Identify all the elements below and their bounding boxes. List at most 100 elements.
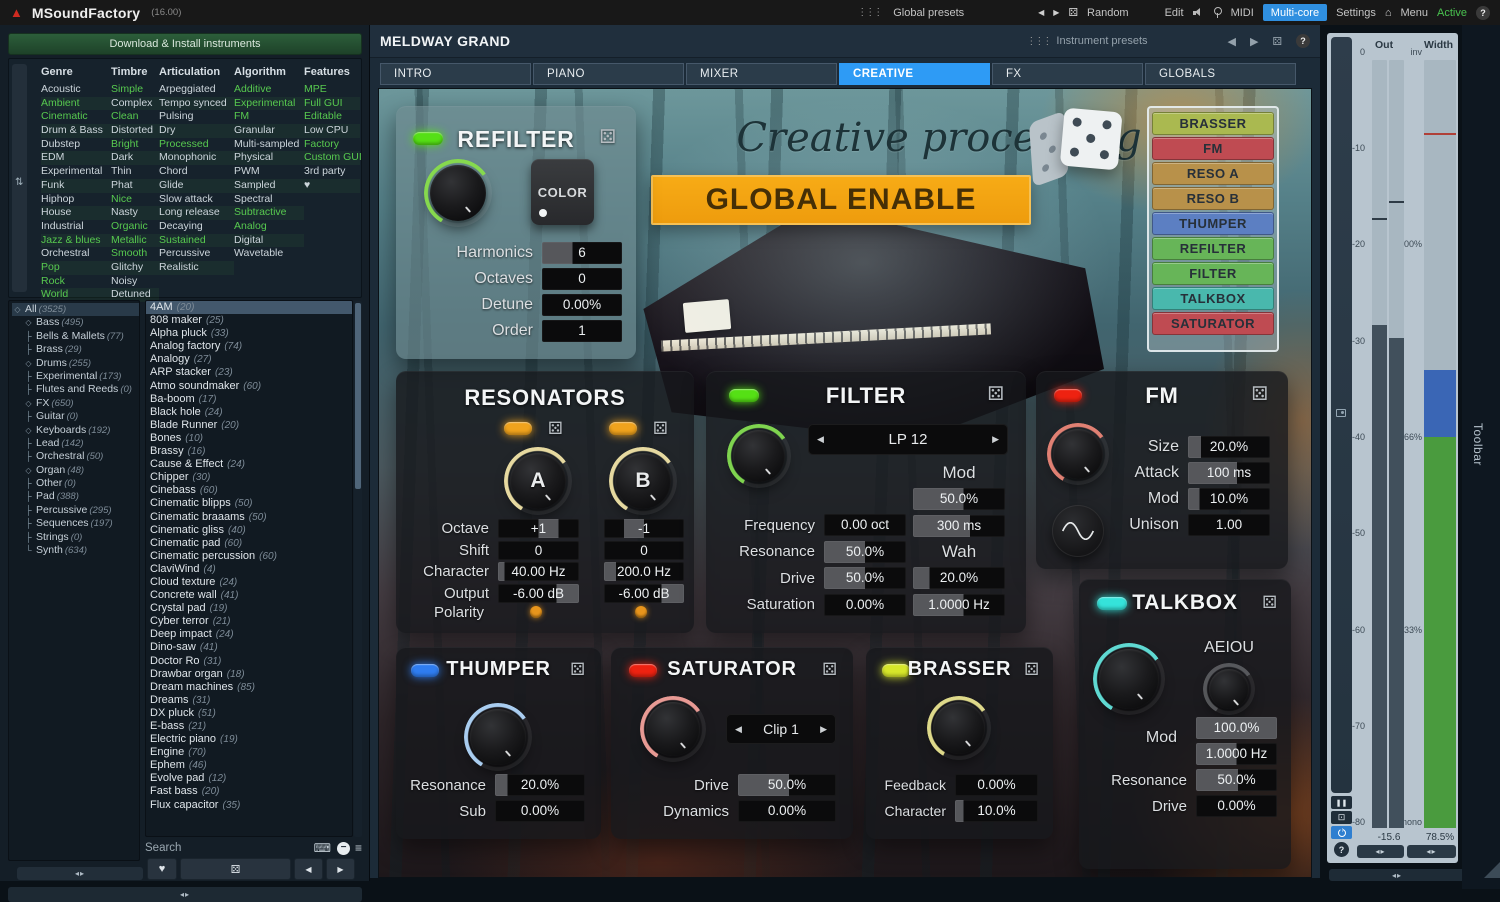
polarity-b-toggle[interactable] [635, 606, 647, 618]
tree-item[interactable]: Organ (48) [12, 464, 139, 477]
tree-item[interactable]: Bass (495) [12, 316, 139, 329]
power-button[interactable] [1331, 826, 1352, 839]
tree-item[interactable]: Experimental (173) [12, 370, 139, 383]
filter-item[interactable]: Digital [234, 234, 304, 248]
preset-item[interactable]: Cinematic gliss (40) [146, 524, 352, 537]
selector-next-icon[interactable]: ▶ [820, 724, 827, 735]
filter-item[interactable]: FM [234, 110, 304, 124]
resonator-b-led[interactable] [609, 422, 637, 435]
filter-item[interactable]: Sampled [234, 179, 304, 193]
tab[interactable]: GLOBALS [1145, 63, 1296, 85]
preset-item[interactable]: Cloud texture (24) [146, 576, 352, 589]
preset-item[interactable]: Concrete wall (41) [146, 589, 352, 602]
filter-item[interactable]: Phat [111, 179, 159, 193]
preset-item[interactable]: ClaviWind (4) [146, 563, 352, 576]
filter-item[interactable]: Processed [159, 138, 234, 152]
parameter-value[interactable]: 50.0% [1196, 769, 1277, 791]
preset-item[interactable]: E-bass (21) [146, 720, 352, 733]
instrument-random-icon[interactable]: ⚄ [1272, 35, 1282, 48]
meter-handle-left[interactable]: ◂▸ [1357, 845, 1404, 858]
active-status[interactable]: Active [1437, 7, 1467, 19]
preset-item[interactable]: ARP stacker (23) [146, 366, 352, 379]
tree-item[interactable]: Drums (255) [12, 357, 139, 370]
preset-item[interactable]: Dreams (31) [146, 694, 352, 707]
filter-item[interactable]: Nasty [111, 206, 159, 220]
preset-item[interactable]: Dino-saw (41) [146, 641, 352, 654]
filter-item[interactable]: Dark [111, 151, 159, 165]
parameter-value[interactable]: 0.00% [495, 800, 585, 822]
filter-item[interactable]: Jazz & blues [41, 234, 111, 248]
randomize-dice-icon[interactable]: ⚄ [1262, 593, 1277, 612]
preset-item[interactable]: Flux capacitor (35) [146, 799, 352, 812]
filter-item[interactable]: Metallic [111, 234, 159, 248]
preset-next-button[interactable]: ▶ [1053, 8, 1059, 17]
module-order-button[interactable]: FM [1152, 137, 1274, 160]
refilter-knob[interactable] [430, 165, 486, 221]
filter-item[interactable]: Wavetable [234, 247, 304, 261]
filter-item[interactable]: Complex [111, 97, 159, 111]
parameter-value[interactable]: 0.00% [955, 774, 1038, 796]
parameter-value[interactable]: 1 [542, 320, 622, 342]
tree-item[interactable]: Pad (388) [12, 490, 139, 503]
tab[interactable]: MIXER [686, 63, 837, 85]
snapshot-icon[interactable] [1336, 409, 1346, 417]
saturator-knob[interactable] [646, 702, 700, 756]
sidebar-resize-handle[interactable]: ◂▸ [8, 887, 362, 902]
aeiou-knob[interactable] [1209, 669, 1249, 709]
preset-item[interactable]: DX pluck (51) [146, 707, 352, 720]
edit-button[interactable]: Edit [1165, 7, 1184, 19]
home-icon[interactable]: ⌂ [1385, 7, 1392, 19]
favorite-button[interactable]: ♥ [147, 858, 177, 880]
preset-item[interactable]: 4AM (20) [146, 301, 352, 314]
preset-item[interactable]: Bones (10) [146, 432, 352, 445]
filter-item[interactable]: Long release [159, 206, 234, 220]
filter-item[interactable]: EDM [41, 151, 111, 165]
pause-button[interactable]: ❚❚ [1331, 796, 1352, 809]
preset-item[interactable]: Electric piano (19) [146, 733, 352, 746]
multicore-button[interactable]: Multi-core [1263, 4, 1327, 21]
parameter-value-a[interactable]: -6.00 dB [498, 584, 579, 603]
preset-item[interactable]: Cyber terror (21) [146, 615, 352, 628]
parameter-value[interactable]: 20.0% [495, 774, 585, 796]
preset-item[interactable]: Dream machines (85) [146, 681, 352, 694]
parameter-value[interactable]: 0 [542, 268, 622, 290]
preset-item[interactable]: Drawbar organ (18) [146, 668, 352, 681]
filter-item[interactable]: Drum & Bass [41, 124, 111, 138]
filter-item[interactable]: Thin [111, 165, 159, 179]
tree-item[interactable]: Lead (142) [12, 437, 139, 450]
midi-button[interactable]: MIDI [1231, 7, 1254, 19]
settings-button[interactable]: Settings [1336, 7, 1376, 19]
polarity-a-toggle[interactable] [530, 606, 542, 618]
module-order-button[interactable]: TALKBOX [1152, 287, 1274, 310]
filter-item[interactable]: Ambient [41, 97, 111, 111]
filter-item[interactable]: Factory [304, 138, 360, 152]
filter-item[interactable]: Decaying [159, 220, 234, 234]
parameter-value[interactable]: 100.0% [1196, 717, 1277, 739]
filter-item[interactable]: Experimental [234, 97, 304, 111]
filter-item[interactable]: Realistic [159, 261, 234, 275]
parameter-value[interactable]: 1.00 [1188, 514, 1270, 536]
filter-item[interactable]: Simple [111, 83, 159, 97]
preset-item[interactable]: Cinematic braaams (50) [146, 511, 352, 524]
preset-item[interactable]: Deep impact (24) [146, 628, 352, 641]
filter-item[interactable]: Clean [111, 110, 159, 124]
filter-item[interactable]: Noisy [111, 275, 159, 289]
clear-filter-icon[interactable]: − [337, 842, 350, 855]
tree-item[interactable]: Strings (0) [12, 531, 139, 544]
parameter-value-b[interactable]: 0 [604, 541, 684, 560]
parameter-value[interactable]: 10.0% [1188, 488, 1270, 510]
filter-item[interactable]: Organic [111, 220, 159, 234]
filter-item[interactable]: Funk [41, 179, 111, 193]
parameter-value[interactable]: 0.00% [738, 800, 836, 822]
parameter-value[interactable]: 1.0000 Hz [1196, 743, 1277, 765]
parameter-value[interactable]: 0.00 oct [824, 514, 906, 536]
randomize-dice-icon[interactable]: ⚄ [987, 385, 1004, 404]
tab[interactable]: FX [992, 63, 1143, 85]
filter-item[interactable]: Bright [111, 138, 159, 152]
download-install-button[interactable]: Download & Install instruments [8, 33, 362, 55]
preset-item[interactable]: Analog factory (74) [146, 340, 352, 353]
filter-item[interactable]: Nice [111, 193, 159, 207]
toolbar-label[interactable]: Toolbar [1471, 423, 1485, 466]
preset-item[interactable]: Cinebass (60) [146, 484, 352, 497]
scrollbar-thumb[interactable] [355, 303, 361, 489]
